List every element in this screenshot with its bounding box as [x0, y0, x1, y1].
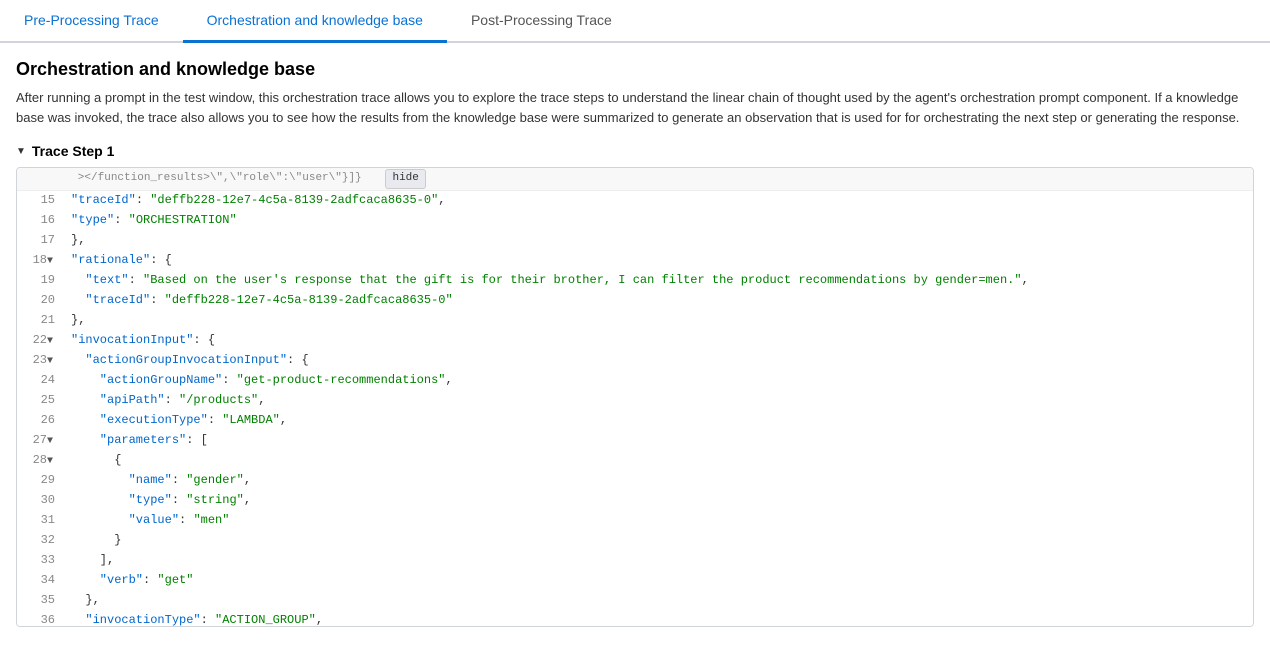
table-row: 16 "type": "ORCHESTRATION"	[17, 211, 1253, 231]
table-row: 24 "actionGroupName": "get-product-recom…	[17, 371, 1253, 391]
table-row: 27▼ "parameters": [	[17, 431, 1253, 451]
table-row: 19 "text": "Based on the user's response…	[17, 271, 1253, 291]
table-row: 35 },	[17, 591, 1253, 611]
main-content: Orchestration and knowledge base After r…	[0, 43, 1270, 627]
table-row: 18▼ "rationale": {	[17, 251, 1253, 271]
table-row: 20 "traceId": "deffb228-12e7-4c5a-8139-2…	[17, 291, 1253, 311]
table-row: 15 "traceId": "deffb228-12e7-4c5a-8139-2…	[17, 191, 1253, 211]
page-description: After running a prompt in the test windo…	[16, 88, 1254, 127]
table-row: 32 }	[17, 531, 1253, 551]
tab-bar: Pre-Processing Trace Orchestration and k…	[0, 0, 1270, 43]
tab-pre-processing[interactable]: Pre-Processing Trace	[0, 0, 183, 43]
table-row: 30 "type": "string",	[17, 491, 1253, 511]
hide-badge[interactable]: hide	[385, 169, 425, 189]
table-row: 21 },	[17, 311, 1253, 331]
table-row: 34 "verb": "get"	[17, 571, 1253, 591]
table-row: 33 ],	[17, 551, 1253, 571]
trace-step-header[interactable]: ▼ Trace Step 1	[16, 143, 1254, 159]
trace-arrow-icon: ▼	[16, 146, 26, 157]
trace-step-label: Trace Step 1	[32, 143, 115, 159]
table-row: 23▼ "actionGroupInvocationInput": {	[17, 351, 1253, 371]
tab-post-processing[interactable]: Post-Processing Trace	[447, 0, 636, 43]
table-row: 31 "value": "men"	[17, 511, 1253, 531]
table-row: 17 },	[17, 231, 1253, 251]
truncated-line: ></function_results>\",\"role\":\"user\"…	[17, 168, 1253, 191]
page-title: Orchestration and knowledge base	[16, 59, 1254, 80]
tab-orchestration[interactable]: Orchestration and knowledge base	[183, 0, 447, 43]
table-row: 36 "invocationType": "ACTION_GROUP",	[17, 611, 1253, 627]
table-row: 29 "name": "gender",	[17, 471, 1253, 491]
table-row: 26 "executionType": "LAMBDA",	[17, 411, 1253, 431]
table-row: 25 "apiPath": "/products",	[17, 391, 1253, 411]
table-row: 28▼ {	[17, 451, 1253, 471]
code-container[interactable]: ></function_results>\",\"role\":\"user\"…	[16, 167, 1254, 627]
table-row: 22▼ "invocationInput": {	[17, 331, 1253, 351]
